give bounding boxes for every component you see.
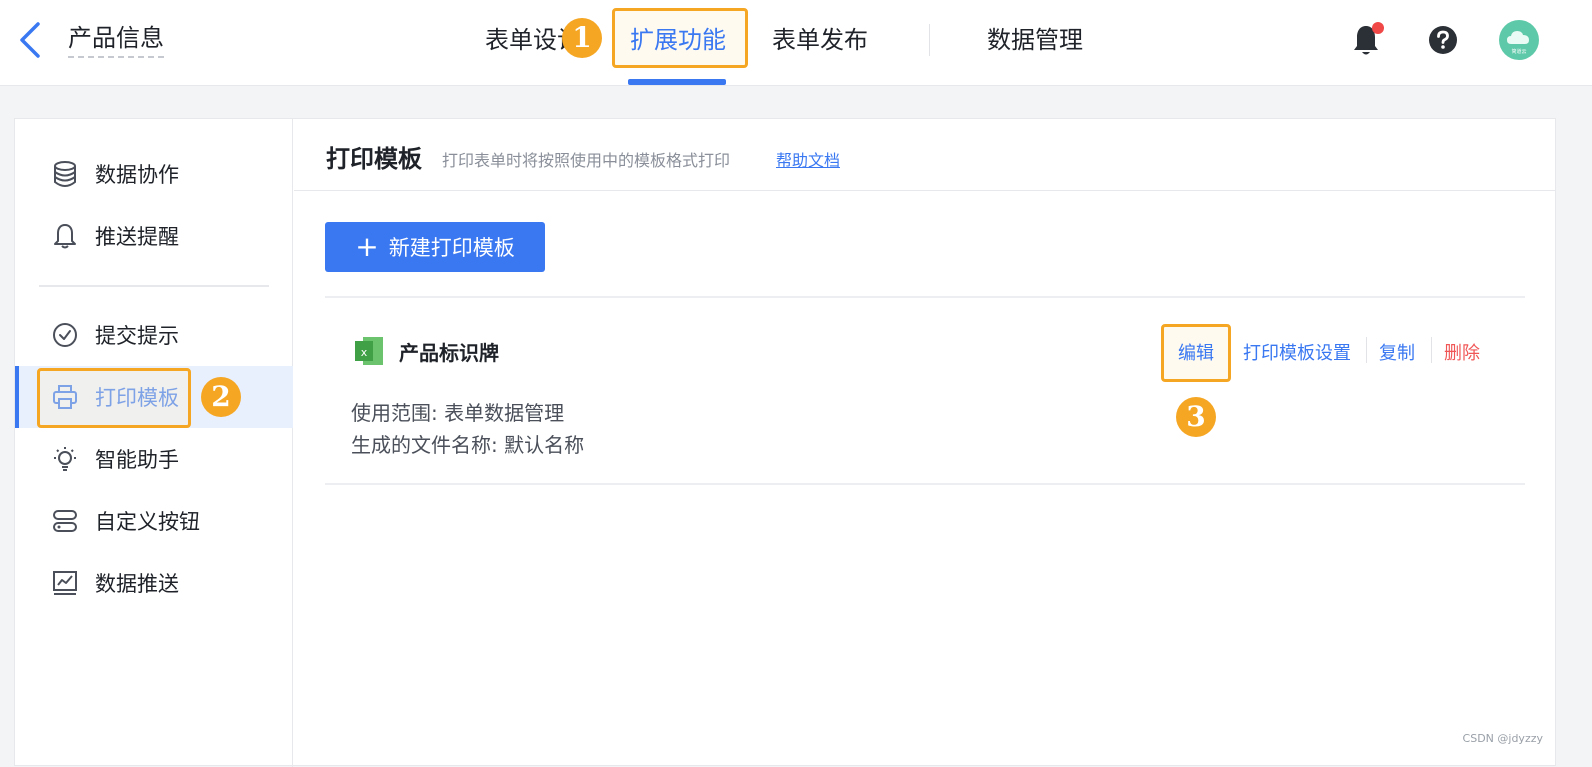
active-tab-indicator <box>628 79 726 85</box>
tab-data-manage[interactable]: 数据管理 <box>987 22 1083 58</box>
action-separator <box>1366 337 1367 363</box>
bell-icon <box>54 224 76 249</box>
sidebar-divider <box>39 285 269 287</box>
avatar-text: 简道云 <box>1511 48 1526 55</box>
template-scope: 使用范围: 表单数据管理 <box>351 401 565 425</box>
page-title: 打印模板 <box>326 145 422 173</box>
toggle-button-icon <box>53 510 77 532</box>
avatar[interactable]: 简道云 <box>1499 20 1539 60</box>
sidebar-item-label: 智能助手 <box>95 448 179 472</box>
print-template-settings-link[interactable]: 打印模板设置 <box>1243 339 1351 365</box>
database-icon <box>54 161 76 187</box>
chart-icon <box>53 571 77 595</box>
sidebar-item-data-collab[interactable]: 数据协作 <box>15 143 293 205</box>
sidebar-item-label: 数据协作 <box>95 163 179 187</box>
list-divider-top <box>325 296 1525 298</box>
back-arrow-icon[interactable] <box>16 20 44 60</box>
notification-dot <box>1372 22 1384 34</box>
sidebar-item-data-push[interactable]: 数据推送 <box>15 552 293 614</box>
tab-divider <box>929 24 930 56</box>
sidebar-item-label: 提交提示 <box>95 324 179 348</box>
action-separator <box>1431 337 1432 363</box>
list-divider-bottom <box>325 483 1525 485</box>
highlight-print-template <box>37 368 191 428</box>
sidebar-item-smart-assistant[interactable]: 智能助手 <box>15 428 293 490</box>
step-badge-3: 3 <box>1176 397 1216 437</box>
cloud-logo-icon: 简道云 <box>1507 31 1529 55</box>
top-bar: 产品信息 表单设计 1 扩展功能 表单发布 数据管理 简道云 <box>0 0 1592 86</box>
page-description: 打印表单时将按照使用中的模板格式打印 <box>442 151 731 170</box>
sidebar-item-label: 自定义按钮 <box>95 510 200 534</box>
sidebar-item-label: 推送提醒 <box>95 225 179 249</box>
help-icon[interactable] <box>1428 25 1458 55</box>
sidebar-item-submit-tip[interactable]: 提交提示 <box>15 304 293 366</box>
excel-file-icon: x <box>355 337 383 365</box>
content-card: 数据协作 推送提醒 提交提示 打印模板 2 智能助手 自定义按钮 数据推送 打印… <box>14 118 1556 767</box>
new-button-label: 新建打印模板 <box>388 236 515 260</box>
copy-link[interactable]: 复制 <box>1379 339 1415 365</box>
plus-icon: + <box>355 230 379 263</box>
edit-link[interactable]: 编辑 <box>1178 339 1214 365</box>
bulb-icon <box>54 447 76 471</box>
tab-extension[interactable]: 扩展功能 <box>630 22 726 58</box>
svg-text:x: x <box>361 346 368 359</box>
template-file-name: 生成的文件名称: 默认名称 <box>351 433 585 457</box>
watermark: CSDN @jdyzzy <box>1462 732 1543 745</box>
new-print-template-button[interactable]: + 新建打印模板 <box>325 222 545 272</box>
sidebar-item-push-remind[interactable]: 推送提醒 <box>15 205 293 267</box>
template-name: 产品标识牌 <box>399 341 499 365</box>
sidebar-item-label: 数据推送 <box>95 572 179 596</box>
sidebar: 数据协作 推送提醒 提交提示 打印模板 2 智能助手 自定义按钮 数据推送 <box>15 119 293 767</box>
step-badge-1: 1 <box>562 18 602 58</box>
sidebar-item-custom-button[interactable]: 自定义按钮 <box>15 490 293 552</box>
check-circle-icon <box>53 323 77 347</box>
app-title[interactable]: 产品信息 <box>68 22 164 58</box>
main-header: 打印模板 打印表单时将按照使用中的模板格式打印 帮助文档 <box>294 119 1556 191</box>
step-badge-2: 2 <box>201 377 241 417</box>
help-doc-link[interactable]: 帮助文档 <box>776 147 840 171</box>
tab-form-publish[interactable]: 表单发布 <box>772 22 868 58</box>
delete-link[interactable]: 删除 <box>1444 339 1480 365</box>
